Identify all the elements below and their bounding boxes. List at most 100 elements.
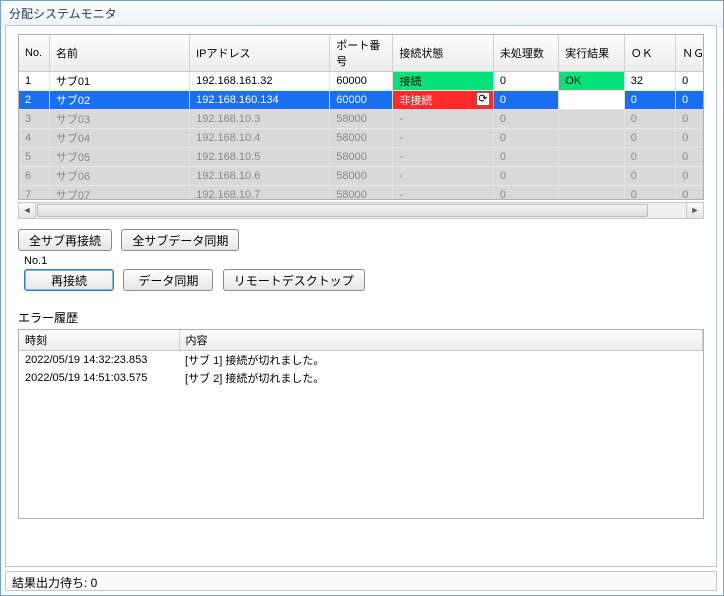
cell: [559, 167, 624, 186]
cell: 0: [624, 167, 675, 186]
cell: -: [393, 186, 493, 201]
error-time: 2022/05/19 14:32:23.853: [19, 351, 179, 370]
cell: 3: [19, 110, 49, 129]
global-button-row: 全サブ再接続 全サブデータ同期: [18, 229, 704, 251]
col-ip[interactable]: IPアドレス: [190, 35, 330, 72]
status-bar: 結果出力待ち: 0: [5, 571, 717, 591]
cell: 192.168.160.134: [190, 91, 330, 110]
cell: 0: [624, 129, 675, 148]
cell: 1: [19, 72, 49, 91]
scroll-track[interactable]: [36, 203, 686, 218]
cell: -: [393, 148, 493, 167]
cell: [559, 110, 624, 129]
sub-table: No. 名前 IPアドレス ポート番号 接続状態 未処理数 実行結果 ＯＫ ＮＧ…: [19, 35, 704, 200]
cell: 60000: [330, 72, 393, 91]
col-ng[interactable]: ＮＧ: [676, 35, 704, 72]
error-content: [サブ 1] 接続が切れました。: [179, 351, 703, 370]
selected-sub-label: No.1: [24, 255, 704, 267]
col-time[interactable]: 時刻: [19, 330, 179, 351]
cell: [559, 186, 624, 201]
cell: 0: [624, 110, 675, 129]
sub-table-container: No. 名前 IPアドレス ポート番号 接続状態 未処理数 実行結果 ＯＫ ＮＧ…: [18, 34, 704, 200]
cell: 192.168.10.4: [190, 129, 330, 148]
scroll-right-icon[interactable]: ►: [686, 203, 703, 218]
cell: 0: [624, 148, 675, 167]
cell: 0: [676, 91, 704, 110]
error-row[interactable]: 2022/05/19 14:51:03.575[サブ 2] 接続が切れました。: [19, 369, 703, 387]
cell: 58000: [330, 110, 393, 129]
detail-button-row: 再接続 データ同期 リモートデスクトップ: [24, 269, 704, 291]
cell: 0: [676, 129, 704, 148]
table-row[interactable]: 6サブ06192.168.10.658000-0000: [19, 167, 704, 186]
error-content: [サブ 2] 接続が切れました。: [179, 369, 703, 387]
cell: 58000: [330, 129, 393, 148]
cell: 192.168.161.32: [190, 72, 330, 91]
cell: 5: [19, 148, 49, 167]
error-history-label: エラー履歴: [18, 309, 704, 326]
col-content[interactable]: 内容: [179, 330, 703, 351]
scroll-left-icon[interactable]: ◄: [19, 203, 36, 218]
horizontal-scrollbar[interactable]: ◄ ►: [18, 202, 704, 219]
cell: 192.168.10.6: [190, 167, 330, 186]
table-row[interactable]: 7サブ07192.168.10.758000-0000: [19, 186, 704, 201]
cell: 192.168.10.3: [190, 110, 330, 129]
cell: 2: [19, 91, 49, 110]
cell: サブ03: [49, 110, 189, 129]
table-row[interactable]: 5サブ05192.168.10.558000-0000: [19, 148, 704, 167]
table-row[interactable]: 2サブ02192.168.160.13460000非接続⟳0000: [19, 91, 704, 110]
reconnect-all-button[interactable]: 全サブ再接続: [18, 229, 112, 251]
cell: [559, 129, 624, 148]
cell: 7: [19, 186, 49, 201]
table-header-row: No. 名前 IPアドレス ポート番号 接続状態 未処理数 実行結果 ＯＫ ＮＧ…: [19, 35, 704, 72]
refresh-icon[interactable]: ⟳: [476, 92, 490, 106]
cell: サブ07: [49, 186, 189, 201]
col-no[interactable]: No.: [19, 35, 49, 72]
cell: サブ04: [49, 129, 189, 148]
table-row[interactable]: 1サブ01192.168.161.3260000接続0OK32032: [19, 72, 704, 91]
cell: 192.168.10.7: [190, 186, 330, 201]
cell: 接続: [393, 72, 493, 91]
table-row[interactable]: 3サブ03192.168.10.358000-0000: [19, 110, 704, 129]
cell: サブ01: [49, 72, 189, 91]
cell: 0: [493, 91, 558, 110]
status-text: 結果出力待ち: 0: [12, 576, 97, 590]
col-exec[interactable]: 実行結果: [559, 35, 624, 72]
cell: 32: [624, 72, 675, 91]
cell: 58000: [330, 167, 393, 186]
cell: 60000: [330, 91, 393, 110]
col-ok[interactable]: ＯＫ: [624, 35, 675, 72]
cell: 0: [676, 148, 704, 167]
cell: [559, 91, 624, 110]
table-row[interactable]: 4サブ04192.168.10.458000-0000: [19, 129, 704, 148]
col-conn[interactable]: 接続状態: [393, 35, 493, 72]
cell: 0: [493, 129, 558, 148]
remote-desktop-button[interactable]: リモートデスクトップ: [223, 269, 365, 291]
cell: 0: [676, 72, 704, 91]
scroll-thumb[interactable]: [37, 204, 648, 217]
cell: 0: [676, 167, 704, 186]
col-unprocessed[interactable]: 未処理数: [493, 35, 558, 72]
col-name[interactable]: 名前: [49, 35, 189, 72]
sync-button[interactable]: データ同期: [123, 269, 213, 291]
cell: [559, 148, 624, 167]
cell: 0: [493, 167, 558, 186]
cell: 0: [493, 148, 558, 167]
cell: -: [393, 129, 493, 148]
cell: 0: [493, 72, 558, 91]
error-history-table: 時刻 内容 2022/05/19 14:32:23.853[サブ 1] 接続が切…: [19, 330, 703, 387]
cell: 0: [676, 186, 704, 201]
cell: 非接続⟳: [393, 91, 493, 110]
sync-all-button[interactable]: 全サブデータ同期: [121, 229, 239, 251]
cell: 58000: [330, 186, 393, 201]
col-port[interactable]: ポート番号: [330, 35, 393, 72]
cell: -: [393, 167, 493, 186]
app-window: 分配システムモニタ No. 名前 IPアドレス ポート番号 接続状態 未処理数: [0, 0, 724, 596]
error-row[interactable]: 2022/05/19 14:32:23.853[サブ 1] 接続が切れました。: [19, 351, 703, 370]
reconnect-button[interactable]: 再接続: [24, 269, 114, 291]
cell: サブ02: [49, 91, 189, 110]
content-panel: No. 名前 IPアドレス ポート番号 接続状態 未処理数 実行結果 ＯＫ ＮＧ…: [5, 25, 717, 567]
cell: 58000: [330, 148, 393, 167]
error-history-table-container: 時刻 内容 2022/05/19 14:32:23.853[サブ 1] 接続が切…: [18, 329, 704, 519]
cell: サブ05: [49, 148, 189, 167]
window-title: 分配システムモニタ: [1, 1, 723, 28]
